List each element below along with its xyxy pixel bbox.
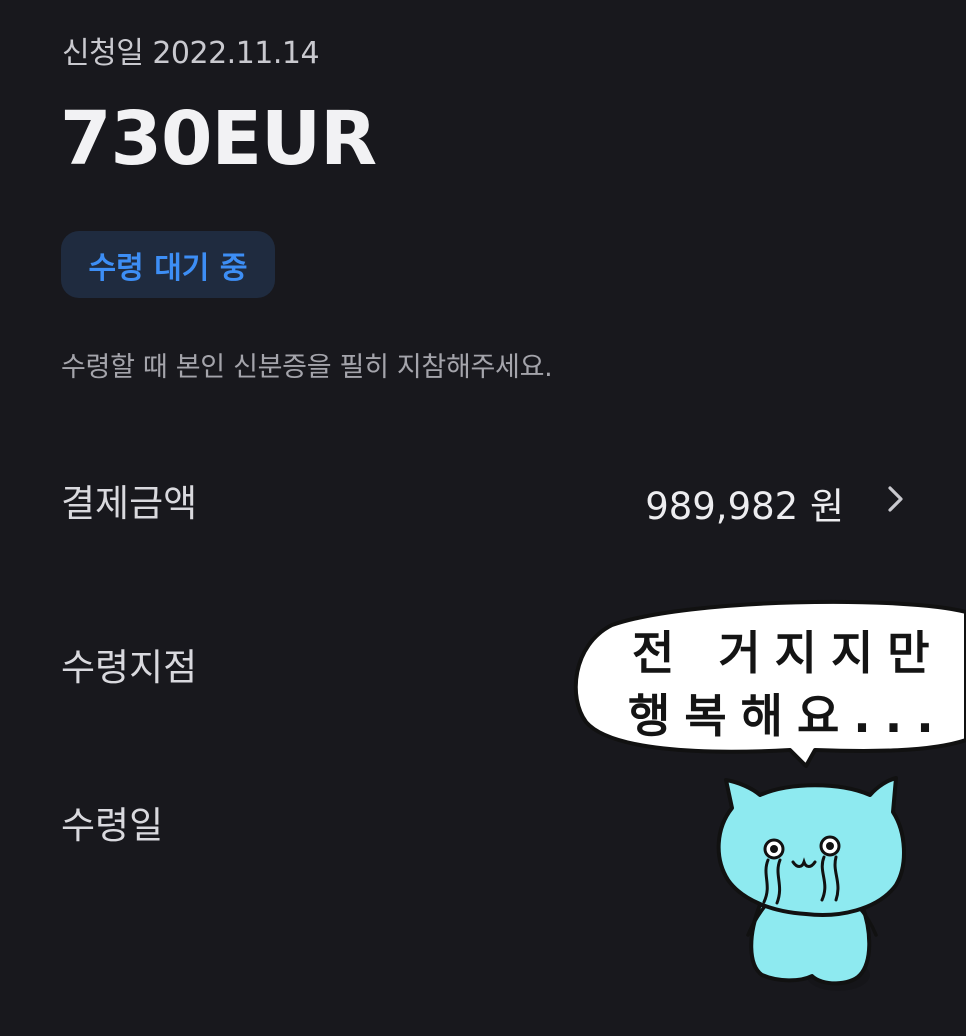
apply-date: 신청일 2022.11.14 — [62, 36, 320, 71]
sticker-caption-line2: 행복해요... — [628, 689, 948, 743]
status-badge: 수령 대기 중 — [61, 231, 275, 298]
id-notice: 수령할 때 본인 신분증을 필히 지참해주세요. — [61, 352, 553, 383]
status-label: 수령 대기 중 — [88, 250, 248, 286]
chevron-right-icon[interactable] — [880, 484, 910, 514]
pickup-date-label: 수령일 — [61, 804, 164, 847]
exchange-amount: 730EUR — [60, 96, 377, 182]
payment-amount-value[interactable]: 989,982 원 — [645, 476, 844, 530]
payment-amount-label[interactable]: 결제금액 — [61, 473, 197, 527]
sticker-caption-line1: 전 거지지만 — [632, 626, 944, 680]
pickup-branch-label: 수령지점 — [61, 646, 198, 689]
